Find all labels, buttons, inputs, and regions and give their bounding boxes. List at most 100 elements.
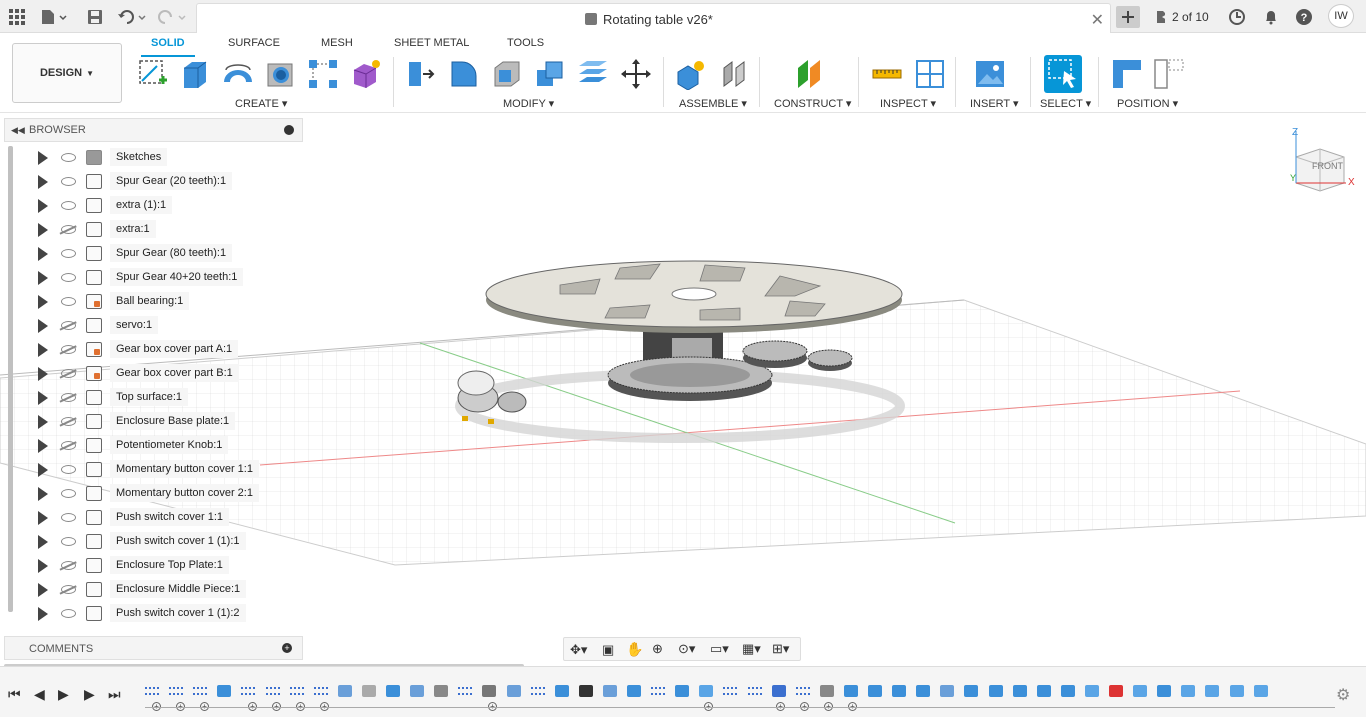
group-insert[interactable]: INSERT ▾ bbox=[970, 97, 1019, 110]
add-comment-icon[interactable]: + bbox=[282, 643, 292, 653]
eye-icon[interactable] bbox=[61, 465, 76, 474]
pan-icon[interactable]: ✋ bbox=[626, 641, 643, 658]
timeline-feature[interactable] bbox=[723, 687, 738, 695]
job-status-icon[interactable] bbox=[1226, 6, 1248, 28]
shell-icon[interactable] bbox=[491, 58, 523, 90]
timeline-feature[interactable] bbox=[1253, 685, 1268, 697]
expand-triangle-icon[interactable] bbox=[38, 343, 48, 357]
browser-item[interactable]: Spur Gear (80 teeth):1 bbox=[0, 242, 300, 266]
expand-triangle-icon[interactable] bbox=[38, 151, 48, 165]
browser-item[interactable]: Push switch cover 1:1 bbox=[0, 506, 300, 530]
browser-item[interactable]: extra:1 bbox=[0, 218, 300, 242]
expand-triangle-icon[interactable] bbox=[38, 199, 48, 213]
expand-triangle-icon[interactable] bbox=[38, 559, 48, 573]
prev-step-icon[interactable]: ◀ bbox=[34, 686, 45, 703]
timeline-feature[interactable] bbox=[458, 687, 473, 695]
browser-item[interactable]: Gear box cover part A:1 bbox=[0, 338, 300, 362]
tab-sheet-metal[interactable]: SHEET METAL bbox=[394, 37, 469, 49]
timeline-feature[interactable] bbox=[940, 685, 955, 697]
browser-item[interactable]: Potentiometer Knob:1 bbox=[0, 434, 300, 458]
expand-triangle-icon[interactable] bbox=[38, 463, 48, 477]
select-tool-button[interactable] bbox=[1044, 55, 1082, 93]
redo-icon[interactable] bbox=[156, 6, 188, 28]
expand-triangle-icon[interactable] bbox=[38, 367, 48, 381]
user-avatar[interactable]: IW bbox=[1328, 4, 1354, 28]
timeline-feature[interactable] bbox=[265, 687, 280, 695]
eye-hidden-icon[interactable] bbox=[61, 393, 76, 402]
extrude-icon[interactable] bbox=[180, 58, 212, 90]
browser-item[interactable]: extra (1):1 bbox=[0, 194, 300, 218]
close-tab-icon[interactable]: ✕ bbox=[1091, 10, 1104, 30]
timeline-feature[interactable] bbox=[675, 685, 690, 697]
expand-triangle-icon[interactable] bbox=[38, 511, 48, 525]
timeline-feature[interactable] bbox=[1133, 685, 1148, 697]
expand-triangle-icon[interactable] bbox=[38, 415, 48, 429]
play-icon[interactable]: ▶ bbox=[58, 686, 69, 703]
offset-plane-icon[interactable] bbox=[794, 58, 826, 90]
timeline-feature[interactable] bbox=[819, 685, 834, 697]
save-icon[interactable] bbox=[84, 6, 106, 28]
workspace-switcher[interactable]: DESIGN ▼ bbox=[12, 43, 122, 103]
timeline-feature[interactable] bbox=[410, 685, 425, 697]
timeline-feature[interactable] bbox=[313, 687, 328, 695]
revolve-icon[interactable] bbox=[222, 58, 254, 90]
timeline-feature[interactable] bbox=[699, 685, 714, 697]
timeline-feature[interactable] bbox=[554, 685, 569, 697]
group-select[interactable]: SELECT ▾ bbox=[1040, 97, 1091, 110]
expand-triangle-icon[interactable] bbox=[38, 487, 48, 501]
offset-face-icon[interactable] bbox=[577, 58, 609, 90]
browser-item[interactable]: Sketches bbox=[0, 146, 300, 170]
eye-icon[interactable] bbox=[61, 609, 76, 618]
expand-triangle-icon[interactable] bbox=[38, 391, 48, 405]
eye-hidden-icon[interactable] bbox=[61, 417, 76, 426]
timeline-feature[interactable] bbox=[843, 685, 858, 697]
timeline-feature[interactable] bbox=[868, 685, 882, 697]
group-assemble[interactable]: ASSEMBLE ▾ bbox=[679, 97, 747, 110]
group-inspect[interactable]: INSPECT ▾ bbox=[880, 97, 936, 110]
timeline-feature[interactable] bbox=[771, 685, 786, 697]
timeline-feature[interactable] bbox=[1060, 685, 1075, 697]
press-pull-icon[interactable] bbox=[405, 58, 437, 90]
timeline-feature[interactable] bbox=[361, 685, 376, 697]
expand-triangle-icon[interactable] bbox=[38, 223, 48, 237]
zoom-icon[interactable]: ⊕ bbox=[652, 641, 663, 657]
expand-triangle-icon[interactable] bbox=[38, 175, 48, 189]
insert-image-icon[interactable] bbox=[974, 58, 1006, 90]
expand-triangle-icon[interactable] bbox=[38, 607, 48, 621]
first-step-icon[interactable]: ⏮ bbox=[8, 686, 21, 703]
timeline-feature[interactable] bbox=[1084, 685, 1099, 697]
timeline-feature[interactable] bbox=[386, 685, 400, 697]
display-settings-icon[interactable]: ▭▾ bbox=[710, 641, 729, 657]
create-form-icon[interactable] bbox=[350, 58, 382, 90]
timeline-feature[interactable] bbox=[434, 685, 449, 697]
tab-mesh[interactable]: MESH bbox=[321, 37, 353, 49]
expand-triangle-icon[interactable] bbox=[38, 319, 48, 333]
eye-icon[interactable] bbox=[61, 177, 76, 186]
expand-triangle-icon[interactable] bbox=[38, 295, 48, 309]
browser-options-icon[interactable] bbox=[284, 125, 294, 135]
eye-hidden-icon[interactable] bbox=[61, 561, 76, 570]
notifications-icon[interactable] bbox=[1260, 6, 1282, 28]
undo-icon[interactable] bbox=[116, 6, 148, 28]
eye-icon[interactable] bbox=[61, 153, 76, 162]
timeline-feature[interactable] bbox=[193, 687, 208, 695]
timeline-feature[interactable] bbox=[506, 685, 521, 697]
group-position[interactable]: POSITION ▾ bbox=[1117, 97, 1178, 110]
tab-solid[interactable]: SOLID bbox=[141, 37, 195, 57]
timeline-feature[interactable] bbox=[602, 685, 617, 697]
browser-item[interactable]: Momentary button cover 1:1 bbox=[0, 458, 300, 482]
eye-icon[interactable] bbox=[61, 249, 76, 258]
fit-icon[interactable]: ⊙▾ bbox=[678, 641, 695, 657]
timeline-feature[interactable] bbox=[747, 687, 762, 695]
new-component-icon[interactable] bbox=[675, 58, 707, 90]
timeline-feature[interactable] bbox=[289, 687, 304, 695]
timeline-feature[interactable] bbox=[964, 685, 979, 697]
timeline-feature[interactable] bbox=[988, 685, 1003, 697]
timeline-feature[interactable] bbox=[1109, 685, 1123, 697]
timeline-feature[interactable] bbox=[241, 687, 256, 695]
timeline-feature[interactable] bbox=[217, 685, 232, 697]
eye-icon[interactable] bbox=[61, 201, 76, 210]
browser-item[interactable]: Enclosure Base plate:1 bbox=[0, 410, 300, 434]
eye-icon[interactable] bbox=[61, 273, 76, 282]
browser-item[interactable]: Enclosure Middle Piece:1 bbox=[0, 578, 300, 602]
